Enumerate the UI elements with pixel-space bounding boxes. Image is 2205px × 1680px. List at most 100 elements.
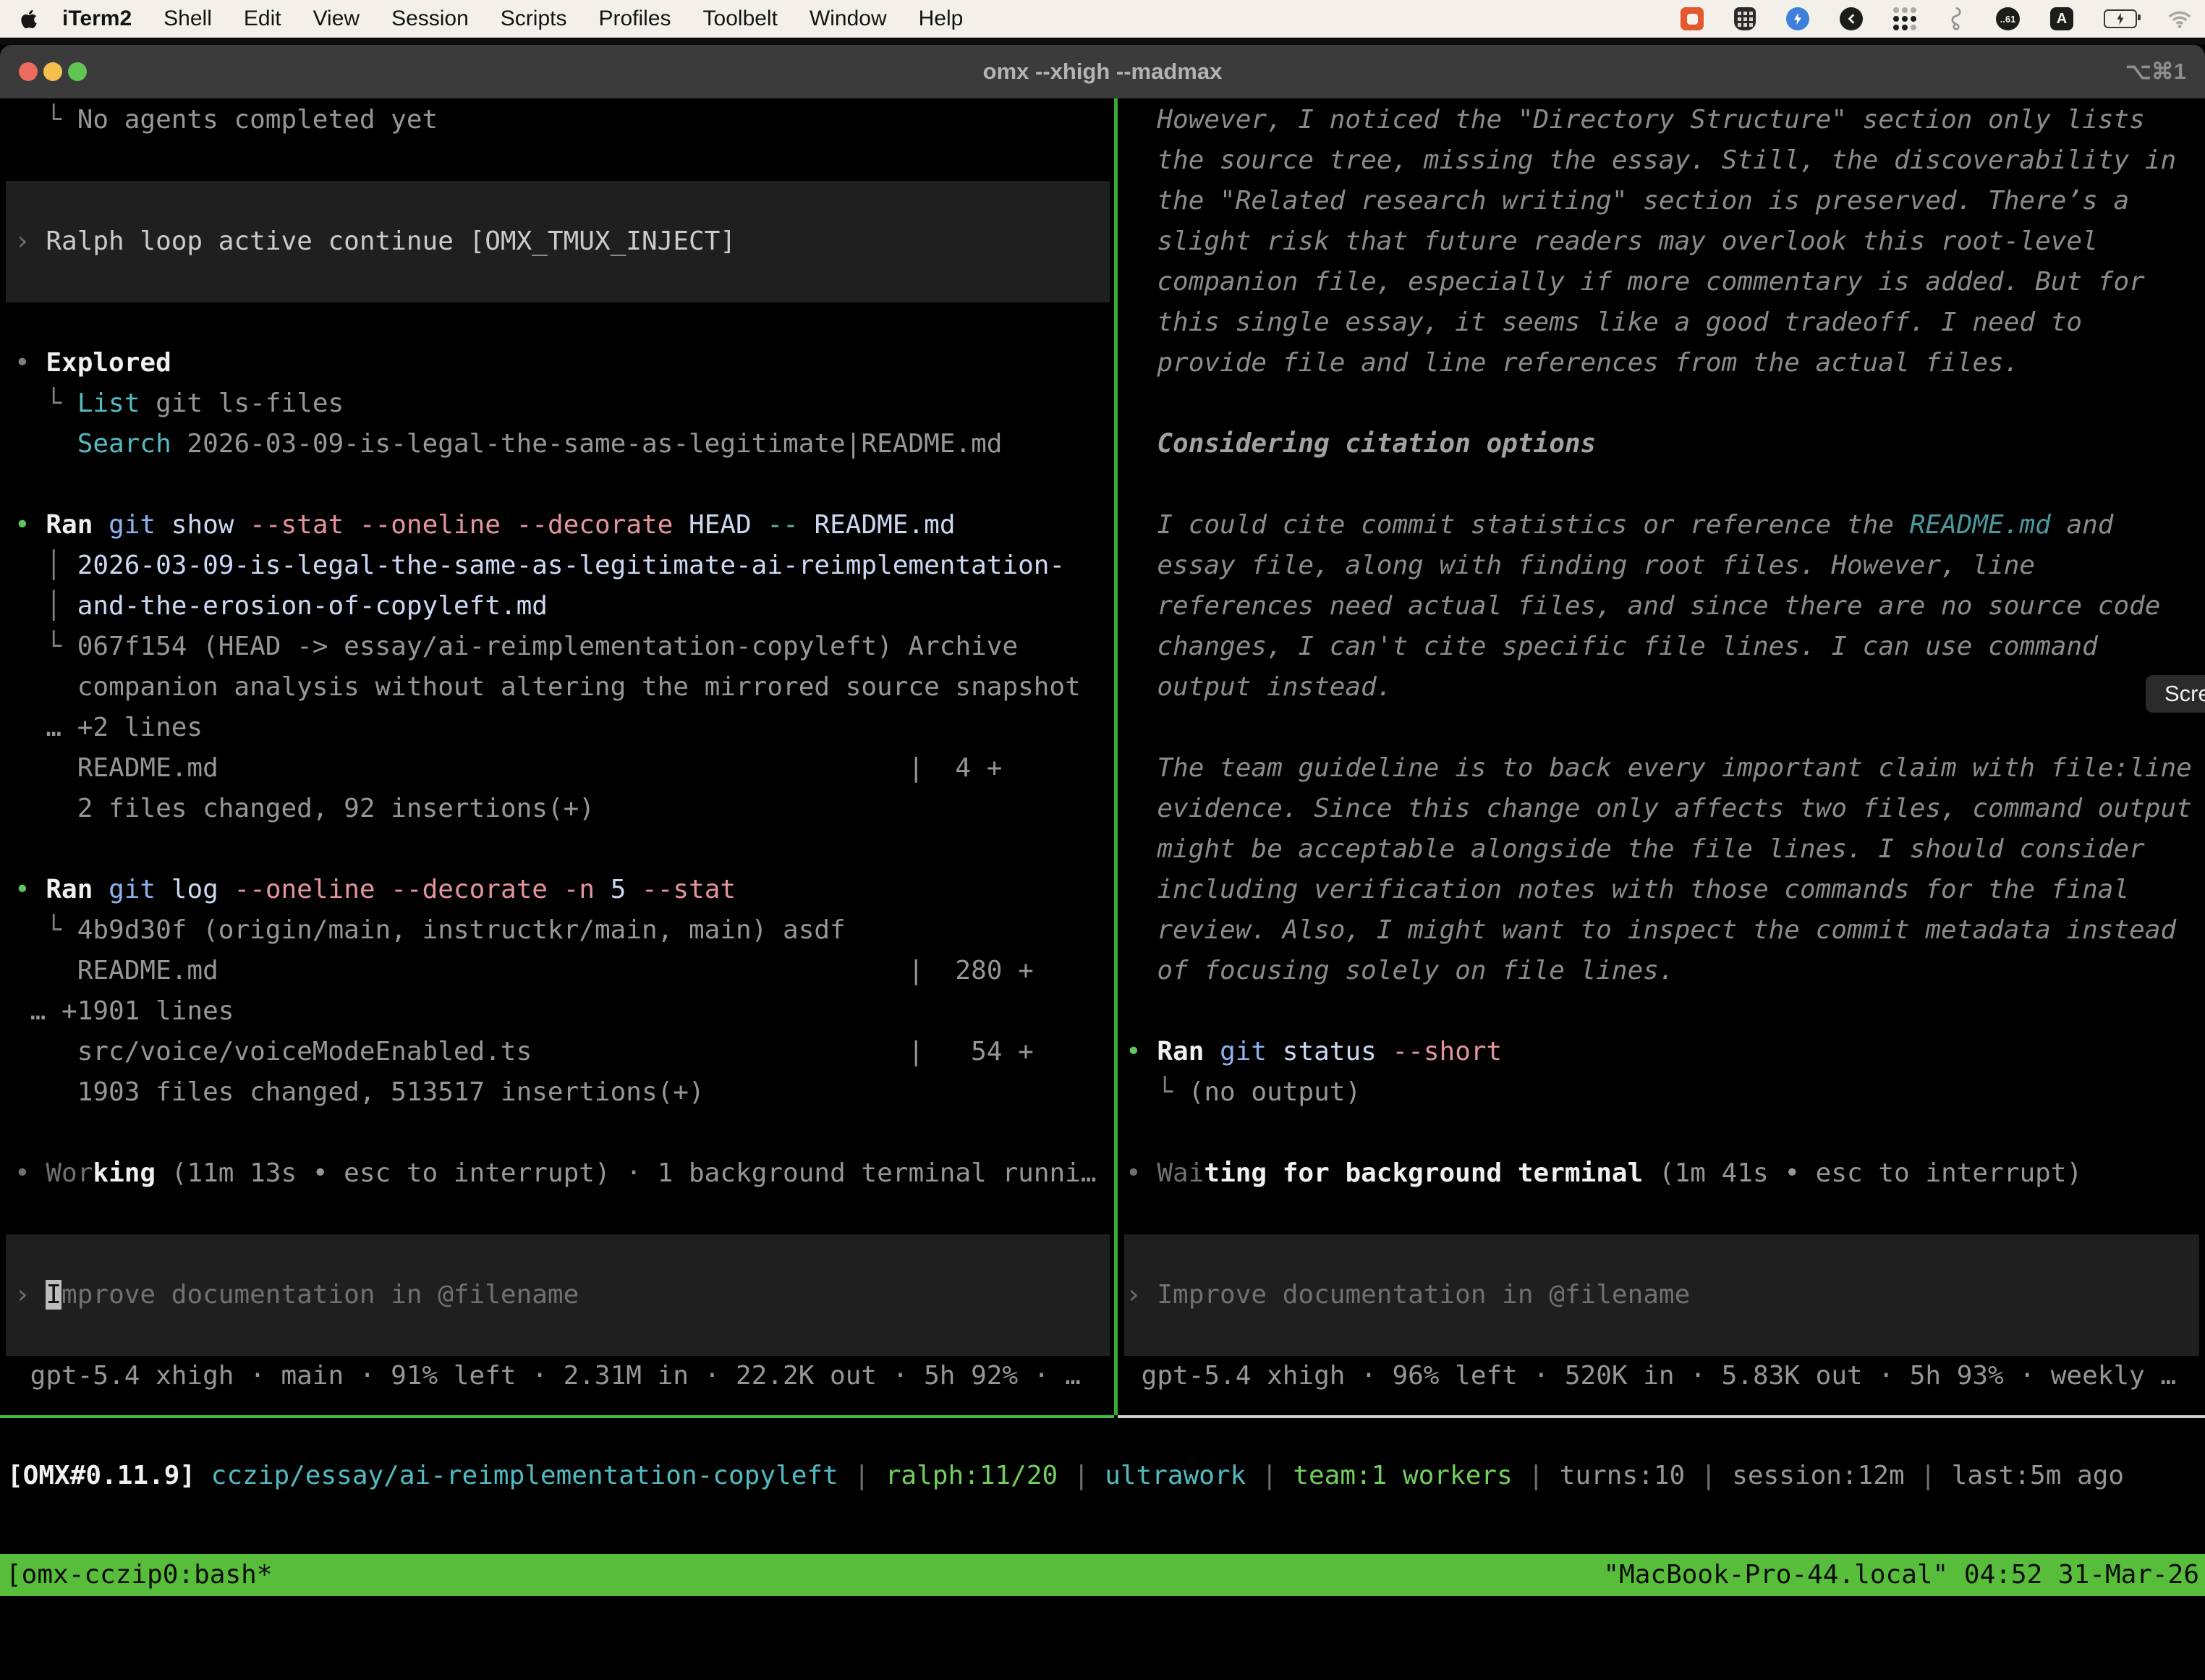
omx-status-segment: | bbox=[1905, 1461, 1952, 1490]
menu-item-iterm2[interactable]: iTerm2 bbox=[62, 7, 132, 31]
menu-item-toolbelt[interactable]: Toolbelt bbox=[703, 7, 778, 31]
tmux-session-label: [omx-cczip0:bash* bbox=[6, 1554, 272, 1596]
hook-icon[interactable] bbox=[1947, 7, 1966, 31]
menu-bar: iTerm2 Shell Edit View Session Scripts Profile… bbox=[0, 0, 2205, 38]
pane-divider-horizontal-right[interactable] bbox=[1118, 1415, 2205, 1418]
terminal-line: Search 2026-03-09-is-legal-the-same-as-l… bbox=[14, 424, 1129, 464]
terminal-line: • Explored bbox=[14, 343, 1129, 383]
terminal-line bbox=[14, 464, 1129, 505]
terminal-pane-right[interactable]: However, I noticed the "Directory Struct… bbox=[1118, 100, 2205, 1399]
terminal-line: Considering citation options bbox=[1126, 424, 2205, 464]
terminal-line: gpt-5.4 xhigh · 96% left · 520K in · 5.8… bbox=[1126, 1356, 2205, 1396]
window-title-bar[interactable]: omx --xhigh --madmax ⌥⌘1 bbox=[0, 45, 2205, 98]
terminal-line: essay file, along with finding root file… bbox=[1126, 546, 2205, 586]
terminal-line: src/voice/voiceModeEnabled.ts | 54 + bbox=[14, 1032, 1129, 1072]
omx-status-segment: ultrawork bbox=[1105, 1461, 1246, 1490]
tmux-status-bar: [omx-cczip0:bash* "MacBook-Pro-44.local"… bbox=[0, 1554, 2205, 1596]
terminal-line: › Ralph loop active continue [OMX_TMUX_I… bbox=[14, 221, 1129, 262]
terminal-line: gpt-5.4 xhigh · main · 91% left · 2.31M … bbox=[14, 1356, 1129, 1396]
terminal-line bbox=[1126, 708, 2205, 748]
menu-item-scripts[interactable]: Scripts bbox=[501, 7, 567, 31]
omx-status-segment: session:12m bbox=[1732, 1461, 1904, 1490]
terminal-line bbox=[14, 1315, 1129, 1356]
menu-item-window[interactable]: Window bbox=[810, 7, 887, 31]
window-shortcut-badge: ⌥⌘1 bbox=[2125, 45, 2186, 98]
terminal-line bbox=[14, 181, 1129, 221]
terminal-line: • Ran git show --stat --oneline --decora… bbox=[14, 505, 1129, 546]
menu-item-profiles[interactable]: Profiles bbox=[598, 7, 671, 31]
screen-overlay-chip[interactable]: Scre bbox=[2146, 675, 2205, 713]
terminal-line: 2 files changed, 92 insertions(+) bbox=[14, 789, 1129, 829]
badge-61-icon[interactable]: ..61 bbox=[1996, 7, 2020, 30]
a-icon[interactable]: A bbox=[2050, 7, 2073, 30]
menu-item-help[interactable]: Help bbox=[919, 7, 964, 31]
pane-divider-horizontal-left[interactable] bbox=[0, 1415, 1114, 1418]
dots-grid-icon[interactable] bbox=[1893, 7, 1916, 30]
omx-status-segment: | bbox=[838, 1461, 885, 1490]
terminal-line: this single essay, it seems like a good … bbox=[1126, 302, 2205, 343]
terminal-line: evidence. Since this change only affects… bbox=[1126, 789, 2205, 829]
terminal-line bbox=[14, 1113, 1129, 1153]
dark-circle-icon[interactable] bbox=[1840, 7, 1863, 30]
screen: { "menubar": { "items": ["iTerm2", "Shel… bbox=[0, 0, 2205, 1615]
terminal-line: │ 2026-03-09-is-legal-the-same-as-legiti… bbox=[14, 546, 1129, 586]
grid-shield-icon[interactable] bbox=[1734, 7, 1756, 30]
terminal-line: references need actual files, and since … bbox=[1126, 586, 2205, 627]
omx-status-segment: last:5m ago bbox=[1952, 1461, 2124, 1490]
omx-status-segment: | bbox=[1246, 1461, 1293, 1490]
window-title: omx --xhigh --madmax bbox=[0, 45, 2205, 98]
omx-status-segment: | bbox=[1058, 1461, 1105, 1490]
terminal-line: companion analysis without altering the … bbox=[14, 667, 1129, 708]
terminal-pane-left[interactable]: └ No agents completed yet › Ralph loop ac… bbox=[0, 100, 1129, 1399]
terminal-line: However, I noticed the "Directory Struct… bbox=[1126, 100, 2205, 140]
text-cursor: I bbox=[46, 1280, 61, 1310]
pane-divider-vertical[interactable] bbox=[1114, 98, 1118, 1415]
terminal-line: The team guideline is to back every impo… bbox=[1126, 748, 2205, 789]
omx-status-segment: ralph:11/20 bbox=[885, 1461, 1058, 1490]
menu-item-view[interactable]: View bbox=[313, 7, 360, 31]
terminal-line bbox=[1126, 1113, 2205, 1153]
terminal-line: 1903 files changed, 513517 insertions(+) bbox=[14, 1072, 1129, 1113]
terminal-line: README.md | 280 + bbox=[14, 951, 1129, 991]
terminal-line: … +1901 lines bbox=[14, 991, 1129, 1032]
terminal-line bbox=[1126, 464, 2205, 505]
terminal-line bbox=[1126, 383, 2205, 424]
terminal-line: might be acceptable alongside the file l… bbox=[1126, 829, 2205, 870]
terminal-line: • Working (11m 13s • esc to interrupt) ·… bbox=[14, 1153, 1129, 1194]
desktop-gap bbox=[0, 38, 2205, 45]
terminal-line: └ List git ls-files bbox=[14, 383, 1129, 424]
terminal-line bbox=[14, 829, 1129, 870]
omx-status-segment: [OMX#0.11.9] bbox=[7, 1461, 211, 1490]
terminal-line: provide file and line references from th… bbox=[1126, 343, 2205, 383]
terminal-line: changes, I can't cite specific file line… bbox=[1126, 627, 2205, 667]
menu-item-shell[interactable]: Shell bbox=[163, 7, 212, 31]
omx-status-segment: turns:10 bbox=[1560, 1461, 1685, 1490]
menu-item-session[interactable]: Session bbox=[391, 7, 469, 31]
terminal-line: │ and-the-erosion-of-copyleft.md bbox=[14, 586, 1129, 627]
omx-status-segment: | bbox=[1513, 1461, 1560, 1490]
blue-badge-icon[interactable] bbox=[1786, 7, 1809, 30]
terminal-line: README.md | 4 + bbox=[14, 748, 1129, 789]
apple-menu-icon[interactable] bbox=[20, 9, 38, 30]
omx-status-segment: team:1 workers bbox=[1293, 1461, 1512, 1490]
terminal-line: └ 4b9d30f (origin/main, instructkr/main,… bbox=[14, 910, 1129, 951]
terminal-line: I could cite commit statistics or refere… bbox=[1126, 505, 2205, 546]
terminal-line: … +2 lines bbox=[14, 708, 1129, 748]
battery-icon[interactable] bbox=[2104, 9, 2137, 28]
terminal-line bbox=[1126, 1234, 2205, 1275]
menu-item-edit[interactable]: Edit bbox=[244, 7, 281, 31]
terminal-line: └ No agents completed yet bbox=[14, 100, 1129, 140]
terminal-line bbox=[1126, 991, 2205, 1032]
omx-status-segment: | bbox=[1685, 1461, 1732, 1490]
chat-app-icon[interactable] bbox=[1681, 7, 1704, 30]
wifi-icon[interactable] bbox=[2167, 9, 2192, 28]
omx-status-line: [OMX#0.11.9] cczip/essay/ai-reimplementa… bbox=[7, 1456, 2124, 1496]
terminal-line bbox=[1126, 1194, 2205, 1234]
terminal-line: the source tree, missing the essay. Stil… bbox=[1126, 140, 2205, 181]
omx-status-segment: cczip/essay/ai-reimplementation-copyleft bbox=[211, 1461, 838, 1490]
menu-items: iTerm2 Shell Edit View Session Scripts Profile… bbox=[62, 7, 963, 31]
terminal-line: the "Related research writing" section i… bbox=[1126, 181, 2205, 221]
terminal-line bbox=[14, 1234, 1129, 1275]
status-icons: ..61 A bbox=[1681, 7, 2192, 31]
terminal-line bbox=[14, 302, 1129, 343]
